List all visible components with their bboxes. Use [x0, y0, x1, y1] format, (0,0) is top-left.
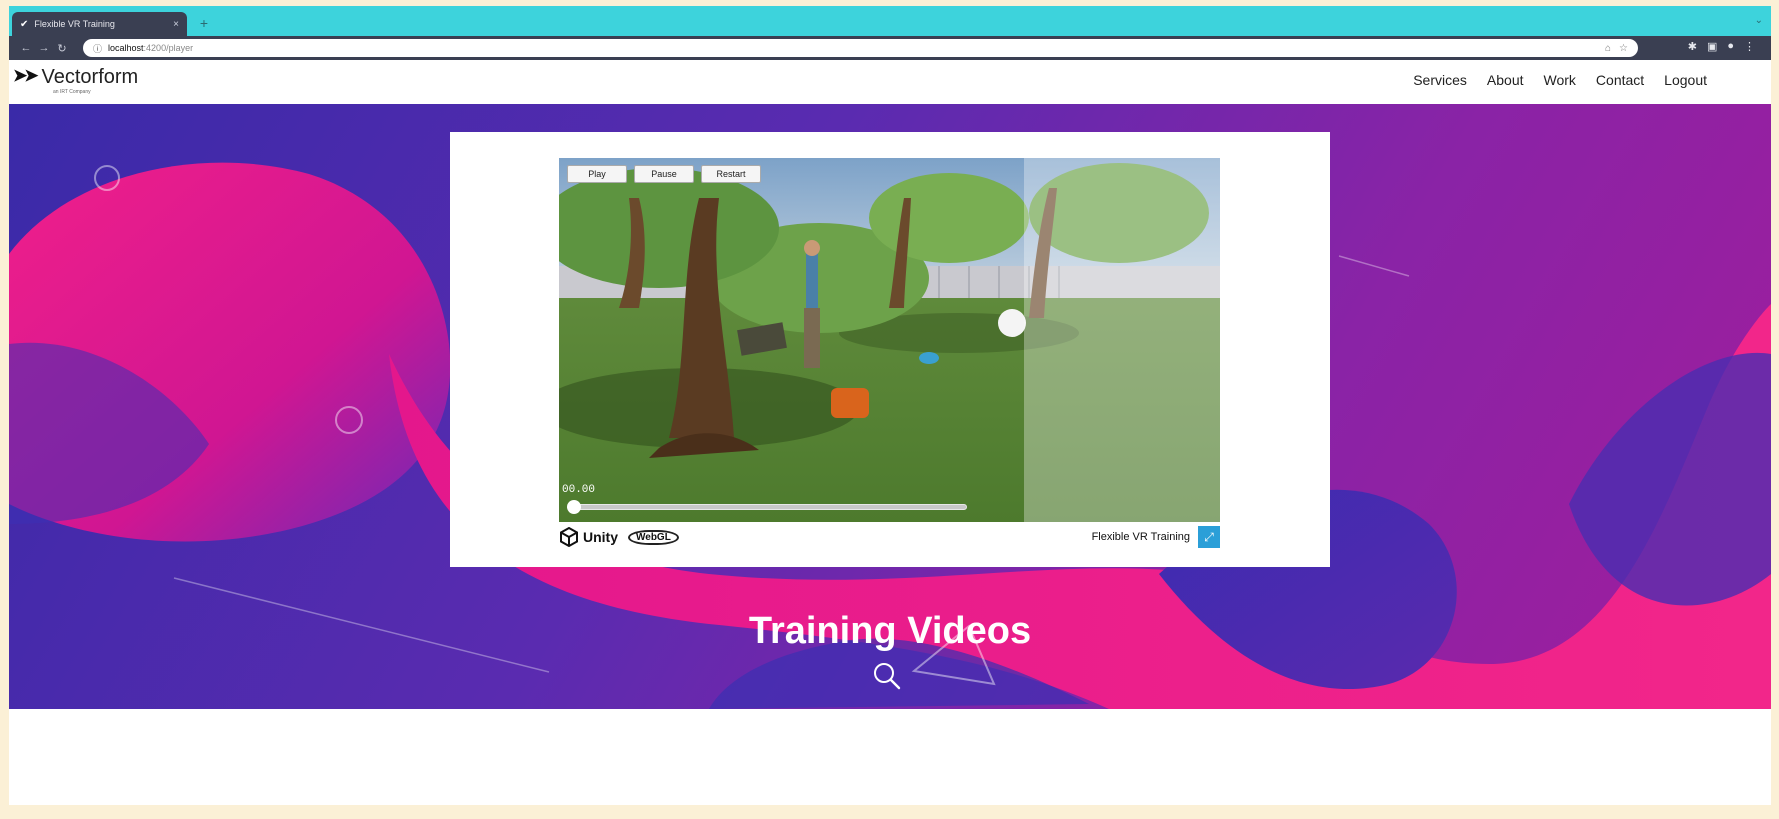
nav-about[interactable]: About	[1487, 72, 1524, 88]
lock-icon[interactable]: ⌂	[1605, 43, 1611, 54]
restart-button[interactable]: Restart	[701, 165, 761, 183]
nav-logout[interactable]: Logout	[1664, 72, 1707, 88]
vr-scene	[559, 158, 1220, 522]
vectorform-logo[interactable]: ➤➤ Vectorform an IRT Company	[13, 66, 139, 96]
unity-logo-icon	[560, 527, 578, 547]
new-tab-button[interactable]: +	[195, 14, 213, 32]
side-panel-icon[interactable]: ▣	[1707, 40, 1717, 53]
browser-window: ✔ Flexible VR Training × + ⌄ ← → ↻ ⓘ loc…	[9, 6, 1771, 805]
fullscreen-icon: ⤢	[1204, 530, 1214, 544]
page-title: Training Videos	[748, 610, 1032, 652]
profile-avatar-icon[interactable]: ●	[1727, 40, 1734, 53]
unity-footer: Unity WebGL Flexible VR Training ⤢	[559, 524, 1220, 550]
seek-thumb[interactable]	[567, 500, 581, 514]
nav-work[interactable]: Work	[1544, 72, 1576, 88]
tab-search-icon[interactable]: ⌄	[1755, 15, 1763, 26]
fullscreen-button[interactable]: ⤢	[1198, 526, 1220, 548]
play-button[interactable]: Play	[567, 165, 627, 183]
browser-tab[interactable]: ✔ Flexible VR Training ×	[12, 12, 187, 36]
webgl-logo: WebGL	[628, 529, 679, 545]
bookmark-star-icon[interactable]: ☆	[1619, 43, 1628, 54]
tab-favicon-icon: ✔	[20, 18, 29, 30]
address-bar[interactable]: ⓘ localhost:4200/player ⌂ ☆	[83, 39, 1638, 57]
site-header: ➤➤ Vectorform an IRT Company Services Ab…	[9, 60, 1771, 104]
extension-icons: ✱ ▣ ● ⋮	[1688, 40, 1755, 53]
site-info-icon[interactable]: ⓘ	[93, 42, 102, 55]
player-controls: Play Pause Restart	[567, 165, 761, 183]
reload-icon[interactable]: ↻	[53, 42, 71, 55]
brand-subtitle: an IRT Company	[53, 89, 91, 95]
hero-section: Play Pause Restart 00.00 Unity WebGL Fle…	[9, 104, 1771, 709]
main-nav: Services About Work Contact Logout	[1413, 72, 1707, 88]
nav-contact[interactable]: Contact	[1596, 72, 1644, 88]
vectorform-mark-icon: ➤➤	[13, 66, 38, 85]
game-title: Flexible VR Training	[1091, 531, 1190, 543]
browser-toolbar: ← → ↻ ⓘ localhost:4200/player ⌂ ☆ ✱ ▣ ● …	[9, 36, 1771, 60]
forward-icon[interactable]: →	[35, 42, 53, 54]
extensions-puzzle-icon[interactable]: ✱	[1688, 40, 1697, 53]
brand-name: Vectorform	[41, 66, 139, 88]
unity-logo: Unity	[559, 527, 618, 547]
tab-close-icon[interactable]: ×	[173, 19, 179, 30]
nav-services[interactable]: Services	[1413, 72, 1467, 88]
url-host: localhost	[108, 43, 144, 53]
menu-kebab-icon[interactable]: ⋮	[1744, 40, 1755, 53]
timecode-readout: 00.00	[562, 484, 596, 496]
tab-title: Flexible VR Training	[34, 19, 115, 29]
url-path: :4200/player	[143, 43, 194, 53]
unity-label: Unity	[583, 529, 618, 545]
search-icon	[874, 663, 901, 690]
seek-bar[interactable]	[567, 500, 967, 514]
search-button[interactable]	[871, 660, 903, 692]
tab-strip: ✔ Flexible VR Training × + ⌄	[9, 6, 1771, 36]
webgl-canvas[interactable]: Play Pause Restart 00.00	[559, 158, 1220, 522]
unity-player-card: Play Pause Restart 00.00 Unity WebGL Fle…	[450, 132, 1330, 567]
pause-button[interactable]: Pause	[634, 165, 694, 183]
back-icon[interactable]: ←	[17, 42, 35, 54]
